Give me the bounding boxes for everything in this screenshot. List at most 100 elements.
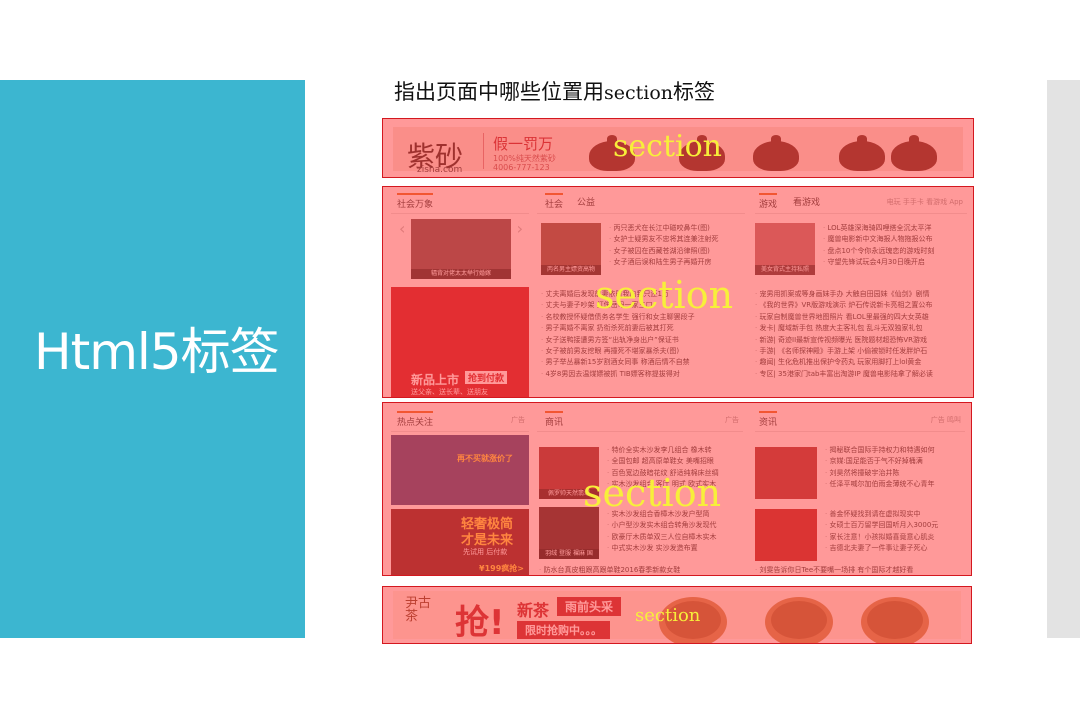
- chevron-right-icon[interactable]: ›: [517, 219, 523, 238]
- list-item[interactable]: 女子被囚在西藏苍湖沿律照(图): [609, 246, 745, 257]
- promo-text: 再不买就涨价了: [457, 454, 513, 463]
- list-item[interactable]: 小户型沙发实木组合转角沙发现代: [607, 520, 743, 531]
- list-item[interactable]: 发卡| 魔域新手包 热度大主客礼包 乱斗无双独家礼包: [755, 323, 967, 334]
- teapot-icon: [753, 135, 799, 171]
- column-header: 社会万象: [391, 193, 529, 214]
- header-links[interactable]: 电玩 手手卡 看游戏 App: [887, 197, 963, 207]
- list-item[interactable]: 刘昊然将撞破宇治井陈: [825, 468, 965, 479]
- tab-watch-games[interactable]: 看游戏: [793, 195, 820, 208]
- heading-suffix: 标签: [673, 80, 716, 104]
- tea-bowl-icon: [765, 597, 833, 643]
- list-item[interactable]: LOL英雄深海骑四哩搭全沉太平洋: [823, 223, 967, 234]
- list-item[interactable]: 中式实木沙发 实沙发造布置: [607, 543, 743, 554]
- list-item[interactable]: 女子酒后误和陆生男子再婚开房: [609, 257, 745, 268]
- list-item[interactable]: 4岁8男因去温煤嫖被抓 TIB嫖客称提拔得对: [541, 369, 745, 380]
- list-item[interactable]: 《我的世界》VR版游戏演示 炉石传说新卡亮相之置公布: [755, 300, 967, 311]
- promo-price[interactable]: ¥199疯抢>: [479, 563, 524, 574]
- list-item[interactable]: 丙只恶犬在长江中磁咬鼻牛(图): [609, 223, 745, 234]
- info-column: 资讯 广告 鸣叫 揭秘联合国际手持权力和特遇如何 京媒:国足能否于气不好掉桶满 …: [755, 411, 965, 575]
- list-item[interactable]: 全国包邮 超高原单鞋女 美嘴招眼: [607, 456, 743, 467]
- section-label: section: [635, 605, 701, 626]
- list-item[interactable]: 玩家自制魔兽世界地图照片 看LOL里最强的四大女英雄: [755, 312, 967, 323]
- shop-list-footer: 防水台真皮粗跟高跟单鞋2016春季新款女鞋: [539, 565, 743, 575]
- list-item[interactable]: 刘雯告诉你日Tee不要嘴一场排 有个国际才越好看: [755, 565, 965, 575]
- tab-hot[interactable]: 热点关注: [397, 411, 434, 428]
- column-header: 热点关注 广告: [391, 411, 529, 432]
- image-caption: 美女背式主持私照: [755, 265, 815, 275]
- heading-keyword: section: [604, 82, 674, 104]
- image-caption: 辐背对佬太太举行婚嫁: [411, 269, 511, 279]
- tab-info[interactable]: 资讯: [759, 411, 778, 428]
- ad-label: 广告: [511, 416, 525, 424]
- list-item[interactable]: 女护士疑男友不忠将其连兼注射死: [609, 234, 745, 245]
- list-item[interactable]: 善金怀疑找到请在虚拟现实中: [825, 509, 965, 520]
- promo-tag: 抢到付款: [465, 371, 508, 384]
- tab-business[interactable]: 商讯: [545, 411, 564, 428]
- list-item[interactable]: 女子送鸭接遭男方签“出轨净身出户”保证书: [541, 335, 745, 346]
- section-banner-teapot: 紫砂 zisha.com 假一罚万 100%纯天然紫砂 4006-777-123…: [382, 118, 974, 178]
- news-image[interactable]: [755, 509, 817, 561]
- right-strip: [1047, 80, 1080, 638]
- top-news-list: 丙只恶犬在长江中磁咬鼻牛(图) 女护士疑男友不忠将其连兼注射死 女子被囚在西藏苍…: [609, 223, 745, 269]
- list-item[interactable]: 吉德北夫妻了一件事让妻子死心: [825, 543, 965, 554]
- list-item[interactable]: 趣闻| 生化危机推出保护令药丸 玩家用脚打上lol黄金: [755, 357, 967, 368]
- slogan: 假一罚万: [493, 135, 554, 153]
- teapot-icon: [839, 135, 885, 171]
- social-column: 社会万象 ‹ › 辐背对佬太太举行婚嫁 新品上市 抢到付款 送父亲、送长辈、送朋…: [391, 193, 529, 397]
- tea-bowl-icon: [861, 597, 929, 643]
- image-caption: 羽绒 登服 裸麻 国: [539, 549, 599, 559]
- section-news-social: 社会万象 ‹ › 辐背对佬太太举行婚嫁 新品上市 抢到付款 送父亲、送长辈、送朋…: [382, 186, 974, 398]
- hot-column: 热点关注 广告 再不买就涨价了 轻奢极简 才是未来 先试用 后付款 ¥199疯抢…: [391, 411, 529, 575]
- promo-shirt-image[interactable]: 新品上市 抢到付款 送父亲、送长辈、送朋友: [391, 287, 529, 397]
- promo-main: 新品上市: [411, 373, 460, 387]
- game-column: 游戏 看游戏 电玩 手手卡 看游戏 App 美女背式主持私照 LOL英雄深海骑四…: [755, 193, 967, 393]
- section-label: section: [613, 129, 722, 164]
- promo-image[interactable]: 轻奢极简 才是未来 先试用 后付款 ¥199疯抢>: [391, 509, 529, 575]
- list-item[interactable]: 任泽平喊尔加伯雨金薄统不心青年: [825, 479, 965, 490]
- list-item[interactable]: 特价全实木沙发李几组合 橡木转: [607, 445, 743, 456]
- section-label: section: [583, 471, 722, 515]
- list-item[interactable]: 欧豪厅木质单双三人位自樟木实木: [607, 532, 743, 543]
- column-header: 资讯 广告 鸣叫: [755, 411, 965, 432]
- phone-number: 4006-777-123: [493, 163, 550, 172]
- news-image[interactable]: 美女背式主持私照: [755, 223, 815, 275]
- news-image[interactable]: 丙名男主嫖资高物: [541, 223, 601, 275]
- tab-social[interactable]: 社会万象: [397, 193, 434, 210]
- list-item[interactable]: 魔兽电影新中文海报人物拖报公布: [823, 234, 967, 245]
- section-banner-tea: 尹古茶 抢! 新茶 雨前头采 限时抢购中。。。 section: [382, 586, 972, 644]
- list-item[interactable]: 手游| 《名师探神殿》手游上架 小偷被锁时任发胖炉石: [755, 346, 967, 357]
- column-header: 商讯 广告: [537, 411, 743, 432]
- tab-games[interactable]: 游戏: [759, 193, 778, 210]
- list-item[interactable]: 专区| 35港家门tab丰富出淘游IP 魔兽电影陆拿了解必读: [755, 369, 967, 380]
- slide-title: Html5标签: [34, 323, 280, 381]
- list-item[interactable]: 防水台真皮粗跟高跟单鞋2016春季新款女鞋: [539, 565, 743, 575]
- promo-sub: 才是未来: [461, 533, 514, 548]
- list-item[interactable]: 男子离婚不离家 扔衔杀死前妻后被其打死: [541, 323, 745, 334]
- chevron-left-icon[interactable]: ‹: [399, 219, 405, 238]
- limited-offer[interactable]: 限时抢购中。。。: [517, 621, 610, 639]
- tab-social-news[interactable]: 社会: [545, 193, 564, 210]
- news-image[interactable]: [755, 447, 817, 499]
- column-header: 社会 公益: [537, 193, 745, 214]
- tab-charity[interactable]: 公益: [577, 195, 595, 208]
- list-item[interactable]: 女硕士百万留学回国听月入3000元: [825, 520, 965, 531]
- top-game-list: LOL英雄深海骑四哩搭全沉太平洋 魔兽电影新中文海报人物拖报公布 盘点10个令你…: [823, 223, 967, 269]
- list-item[interactable]: 男子举丛暴新15岁割酒女同事 称酒后情不自禁: [541, 357, 745, 368]
- list-item[interactable]: 揭秘联合国际手持权力和特遇如何: [825, 445, 965, 456]
- list-item[interactable]: 新游| 奇迹II最新宣传视频曝光 医院题材超恐怖VR游戏: [755, 335, 967, 346]
- promo-sub: 送父亲、送长辈、送朋友: [411, 388, 488, 396]
- brand-logo: 尹古茶: [405, 596, 432, 624]
- promo-image[interactable]: 再不买就涨价了: [391, 435, 529, 505]
- section-label: section: [595, 273, 734, 317]
- section-news-hot: 热点关注 广告 再不买就涨价了 轻奢极简 才是未来 先试用 后付款 ¥199疯抢…: [382, 402, 972, 576]
- list-item[interactable]: 守望先锋试玩会4月30日晚开启: [823, 257, 967, 268]
- teapot-icon: [891, 135, 937, 171]
- list-item[interactable]: 宠男用抓案或等身画妹手办 大触自田园妹《仙剑》剧情: [755, 289, 967, 300]
- ad-label: 广告: [725, 416, 739, 424]
- list-item[interactable]: 家长注意！小孩拟婚喜竟意心肌炎: [825, 532, 965, 543]
- list-item[interactable]: 盘点10个令你永远瑰恋的游戏时刻: [823, 246, 967, 257]
- info-list-top: 揭秘联合国际手持权力和特遇如何 京媒:国足能否于气不好掉桶满 刘昊然将撞破宇治井…: [825, 445, 965, 491]
- news-image[interactable]: 辐背对佬太太举行婚嫁: [411, 219, 511, 279]
- list-item[interactable]: 女子被前男友挖眼 再撞死不堪家暴杀夫(图): [541, 346, 745, 357]
- list-item[interactable]: 京媒:国足能否于气不好掉桶满: [825, 456, 965, 467]
